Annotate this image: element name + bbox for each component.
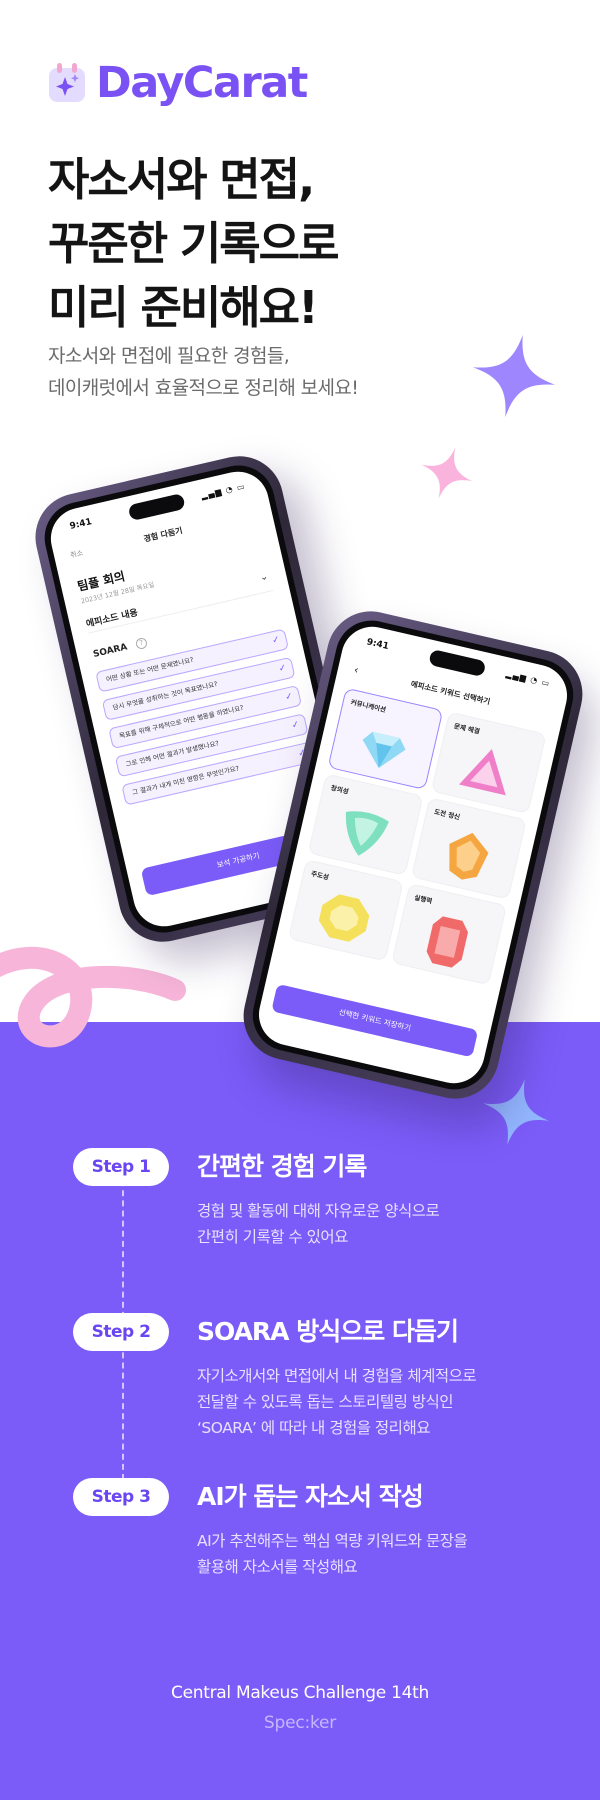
headline-line-1: 자소서와 면접,	[48, 153, 315, 206]
calendar-sparkle-icon	[49, 63, 85, 102]
step-pill: Step 3	[73, 1478, 169, 1516]
promo-page: DayCarat 자소서와 면접, 꾸준한 기록으로 미리 준비해요! 자소서와…	[0, 0, 600, 1800]
gem-label: 실행력	[413, 893, 433, 906]
brand-name: DayCarat	[96, 58, 308, 108]
gem-card-challenge[interactable]: 도전 정신	[410, 797, 527, 900]
purple-star-icon	[472, 334, 556, 418]
headline-line-3: 미리 준비해요!	[48, 281, 319, 334]
soara-question-list: 어떤 상황 또는 어떤 문제였나요? ✓ 당시 무엇을 성취하는 것이 목표였나요…	[95, 628, 317, 813]
step-description: 자기소개서와 면접에서 내 경험을 체계적으로 전달할 수 있도록 돕는 스토리…	[197, 1367, 477, 1437]
pink-ribbon-icon	[0, 946, 186, 1048]
logo: DayCarat	[48, 58, 308, 108]
diamond-icon	[362, 731, 406, 769]
check-icon: ✓	[271, 634, 281, 647]
headline: 자소서와 면접, 꾸준한 기록으로 미리 준비해요!	[48, 148, 339, 340]
step-title: SOARA 방식으로 다듬기	[197, 1317, 459, 1346]
gem-label: 커뮤니케이션	[349, 698, 387, 715]
step-description: 경험 및 활동에 대해 자유로운 양식으로 간편히 기록할 수 있어요	[197, 1202, 440, 1246]
status-time: 9:41	[68, 517, 93, 532]
save-keyword-button[interactable]: 선택한 키워드 저장하기	[271, 983, 479, 1058]
headline-line-2: 꾸준한 기록으로	[48, 217, 339, 270]
ruby-gem-icon	[426, 916, 469, 968]
gem-label: 창의성	[330, 783, 350, 796]
subcopy-line-2: 데이캐럿에서 효율적으로 정리해 보세요!	[48, 377, 359, 399]
step-pill: Step 1	[73, 1148, 169, 1186]
pink-star-icon	[421, 447, 473, 499]
status-icons: ▂▄▆ ◔ ▭	[200, 481, 247, 501]
gem-card-communication[interactable]: 커뮤니케이션	[327, 687, 444, 791]
chevron-down-icon[interactable]: ⌄	[259, 571, 270, 584]
triangle-gem-icon	[459, 749, 506, 796]
gem-label: 도전 정신	[433, 807, 461, 822]
step-pill: Step 2	[73, 1313, 169, 1351]
trillion-gem-icon	[345, 811, 389, 856]
step-title: 간편한 경험 기록	[197, 1152, 367, 1181]
footer-event: Central Makeus Challenge 14th	[171, 1683, 429, 1703]
blue-star-icon	[483, 1079, 549, 1145]
yellow-gem-icon	[318, 894, 370, 942]
gem-card-initiative[interactable]: 주도성	[287, 859, 404, 962]
soara-label: SOARA	[92, 642, 129, 660]
check-icon: ✓	[277, 663, 288, 675]
check-icon: ✓	[290, 719, 301, 732]
help-icon[interactable]: ?	[134, 636, 149, 651]
status-time: 9:41	[365, 637, 390, 653]
gem-card-creativity[interactable]: 창의성	[307, 773, 424, 876]
subcopy-line-1: 자소서와 면접에 필요한 경험들,	[48, 345, 290, 367]
footer-team: Spec:ker	[263, 1713, 337, 1733]
step-description: AI가 추천해주는 핵심 역량 키워드와 문장을 활용해 자소서를 작성해요	[197, 1532, 468, 1576]
dynamic-island	[127, 492, 186, 522]
gem-label: 문제 해결	[453, 722, 481, 736]
check-icon: ✓	[284, 691, 294, 703]
orange-gem-icon	[449, 832, 489, 880]
gem-card-problem-solving[interactable]: 문제 해결	[430, 711, 547, 814]
keyword-gem-grid: 커뮤니케이션 문제 해결 창의성 도전 정신 주도성 실행력	[287, 687, 547, 986]
step-title: AI가 돕는 자소서 작성	[197, 1482, 424, 1511]
status-icons: ▂▄▆ ◔ ▭	[505, 669, 552, 689]
gem-card-execution[interactable]: 실행력	[391, 882, 508, 986]
dynamic-island	[428, 648, 487, 678]
gem-label: 주도성	[310, 869, 330, 882]
subcopy: 자소서와 면접에 필요한 경험들, 데이캐럿에서 효율적으로 정리해 보세요!	[48, 340, 359, 404]
